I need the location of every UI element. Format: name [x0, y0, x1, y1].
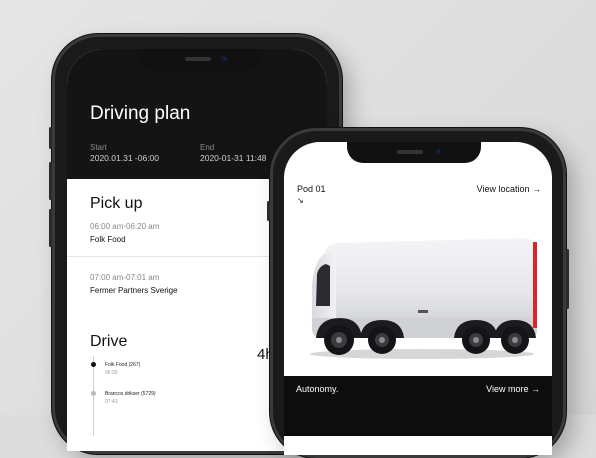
pickup-time: 06:00 am-06:20 am — [90, 222, 160, 231]
timeline-line — [93, 356, 94, 436]
vehicle-logo — [418, 310, 428, 313]
wheel-mid-front — [360, 320, 404, 354]
arrow-down-right-icon[interactable]: ↘ — [297, 196, 304, 205]
bottom-bar: Autonomy. View more → — [284, 376, 552, 436]
timeline-stop-time: 06:20 — [105, 370, 118, 376]
side-button — [49, 209, 52, 247]
side-button — [267, 201, 270, 221]
pickup-time: 07:00 am-07:01 am — [90, 273, 160, 282]
side-button — [49, 127, 52, 149]
timeline-dot-icon — [91, 391, 96, 396]
pickup-place[interactable]: Fermer Partners Sverige — [90, 286, 178, 295]
drive-title: Drive — [90, 333, 128, 350]
pod-label: Pod 01 — [297, 184, 326, 194]
view-location-link[interactable]: View location → — [477, 184, 541, 194]
timeline-stop-name: Folk Food (267) — [105, 362, 141, 368]
vehicle-rear-light — [533, 242, 537, 328]
pod-vehicle-image — [310, 238, 537, 359]
notch — [347, 142, 481, 163]
side-button — [49, 162, 52, 200]
autonomy-label: Autonomy. — [296, 384, 339, 394]
start-value: 2020.01.31 -06:00 — [90, 153, 160, 163]
end-label: End — [200, 143, 215, 152]
pickup-title: Pick up — [90, 195, 143, 212]
timeline-stop-name: Brancos drikser (5729) — [105, 391, 156, 397]
wheel-rear — [494, 320, 536, 354]
timeline-stop-time: 07:43 — [105, 399, 118, 405]
speaker — [397, 150, 423, 154]
camera-icon — [221, 55, 228, 62]
notch — [137, 49, 263, 71]
wheel-mid-rear — [454, 320, 498, 354]
timeline-dot-icon — [91, 362, 96, 367]
side-button — [566, 249, 569, 309]
camera-icon — [435, 148, 442, 155]
start-label: Start — [90, 143, 107, 152]
end-value: 2020-01-31 11:48 — [200, 153, 267, 163]
page-title: Driving plan — [90, 103, 191, 124]
pod-screen: Pod 01 ↘ View location → Autonomy. View … — [284, 142, 552, 455]
wheel-front — [316, 318, 362, 355]
pickup-place[interactable]: Folk Food — [90, 235, 126, 244]
phone-pod-view: Pod 01 ↘ View location → Autonomy. View … — [267, 128, 569, 458]
view-more-link[interactable]: View more → — [486, 384, 540, 394]
speaker — [185, 57, 211, 61]
